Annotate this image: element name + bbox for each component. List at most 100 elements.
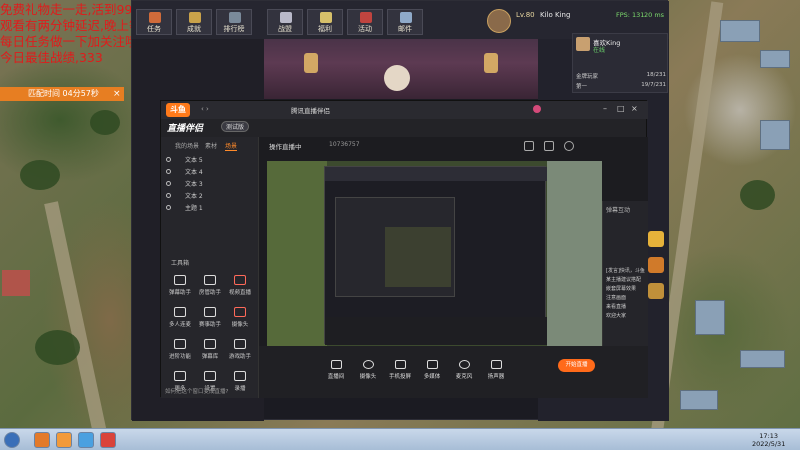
tool-video-live[interactable]: 视频直播 [227,275,253,303]
camera-icon [234,307,246,317]
taskbar-app-icon[interactable] [34,432,50,448]
scene-label: 文本 5 [185,157,203,164]
toolbar-label: 扬声器 [487,374,505,380]
tree [90,110,120,135]
tool-room-admin[interactable]: 房管助手 [197,275,223,303]
mic-icon [174,307,186,317]
tool-danmu[interactable]: 弹幕助手 [167,275,193,303]
chat-line: [发言]快讯，斗鱼 [606,268,645,274]
nested-top-bar [325,167,547,181]
tool-camera[interactable]: 摄像头 [227,307,253,335]
tab-materials[interactable]: 素材 [205,141,217,150]
stream-helper-window: 斗鱼 ‹ › 腾讯直播伴侣 × □ – 直播伴侣 测试版 我的场景 素材 场景 … [160,100,648,399]
btn-media[interactable]: 多媒体 [417,360,447,380]
toolbar-label: 麦克风 [455,374,473,380]
btn-speaker[interactable]: 扬声器 [481,360,511,380]
match-timer-label: 匹配时间 04分57秒 [28,89,99,98]
battle-icon [280,12,292,23]
btn-live-room[interactable]: 直播间 [321,360,351,380]
tool-game-helper[interactable]: 游戏助手 [227,339,253,367]
nav-label: 任务 [147,25,161,33]
roof [695,300,725,335]
nav-events[interactable]: 活动 [347,9,383,35]
window-title: 腾讯直播伴侣 [291,107,330,115]
tool-multi-mic[interactable]: 多人连麦 [167,307,193,335]
tool-event[interactable]: 赛事助手 [197,307,223,335]
taskbar-app-icon[interactable] [78,432,94,448]
chat-messages: [发言]快讯，斗鱼 某主播建议搭配 嵌套屏幕效果 注意画面 来看直播 欢迎大家 [606,267,648,321]
eye-icon[interactable] [166,181,171,186]
nav-label: 战盟 [278,25,292,33]
nav-label: 福利 [318,25,332,33]
room-id: 10736757 [329,141,360,148]
tool-label: 进阶功能 [168,354,191,360]
nav-mail[interactable]: 邮件 [387,9,423,35]
tool-label: 多人连麦 [168,322,191,328]
roof [2,270,30,296]
scene-item[interactable]: 主题 1 [165,203,255,214]
bottom-toolbar: 直播间 摄像头 手机投屏 多媒体 麦克风 扬声器 [259,346,648,398]
scene-label: 文本 4 [185,169,203,176]
eye-icon[interactable] [166,193,171,198]
minimize-icon[interactable]: – [603,104,607,113]
nav-rewards[interactable]: 福利 [307,9,343,35]
scene-item[interactable]: 文本 5 [165,155,255,166]
scene-item[interactable]: 文本 4 [165,167,255,178]
roof [760,120,790,150]
tab-my-scenes[interactable]: 我的场景 [175,141,199,150]
hero-card-icon[interactable] [648,283,664,299]
clock-time: 17:13 [759,432,779,440]
chat-line: 来看直播 [606,304,627,310]
player-avatar[interactable] [487,9,511,33]
close-icon[interactable]: × [631,104,638,113]
eye-icon[interactable] [166,157,171,162]
hero-card-icon[interactable] [648,257,664,273]
roof [720,20,760,42]
player-level: Lv.80 [516,11,535,19]
preview-satellite-left [267,161,327,346]
btn-microphone[interactable]: 麦克风 [449,360,479,380]
taskbar-app-icon[interactable] [100,432,116,448]
taskbar-app-icon[interactable] [56,432,72,448]
nav-tasks[interactable]: 任务 [136,9,172,35]
achievement-icon [189,12,201,23]
btn-phone-cast[interactable]: 手机投屏 [385,360,415,380]
tool-recording[interactable]: 录播 [227,371,253,399]
friend-avatar[interactable] [576,37,590,51]
start-live-button[interactable]: 开始直播 [558,359,595,372]
tool-advanced[interactable]: 进阶功能 [167,339,193,367]
share-icon[interactable] [564,141,574,151]
hero-card-icon[interactable] [648,231,664,247]
eye-icon[interactable] [166,205,171,210]
eye-icon[interactable] [166,169,171,174]
maximize-icon[interactable]: □ [617,104,625,113]
lock-icon[interactable] [524,141,534,151]
nav-battle[interactable]: 战盟 [267,9,303,35]
character-portrait [384,65,410,91]
user-avatar-icon[interactable] [533,105,541,113]
side-row-value: 19/7/231 [641,82,666,88]
star-icon [174,339,186,349]
help-note[interactable]: 如何把这个窗口变成直播? [165,387,228,395]
gear-icon [204,371,216,381]
toolbar-label: 摄像头 [359,374,377,380]
scene-item[interactable]: 文本 3 [165,179,255,190]
back-icon[interactable]: ‹ › [201,105,209,113]
scene-label: 主题 1 [185,205,203,212]
tab-scenes[interactable]: 场景 [225,141,238,151]
start-button[interactable] [4,432,20,448]
scene-item[interactable]: 文本 2 [165,191,255,202]
btn-camera[interactable]: 摄像头 [353,360,383,380]
nav-label: 成就 [187,25,201,33]
nav-achievements[interactable]: 成就 [176,9,212,35]
tool-label: 弹幕助手 [168,290,191,296]
events-icon [360,12,372,23]
room-title: 操作直播中 [269,143,302,151]
tasks-icon [149,12,161,23]
mic-icon [458,360,470,369]
close-icon[interactable]: × [113,87,121,101]
friend-panel: 喜欢King 在线 金牌玩家 18/231 第一 19/7/231 [572,33,668,93]
nav-ranking[interactable]: 排行榜 [216,9,252,35]
screenshot-icon[interactable] [544,141,554,151]
tool-danmu-library[interactable]: 弹幕库 [197,339,223,367]
